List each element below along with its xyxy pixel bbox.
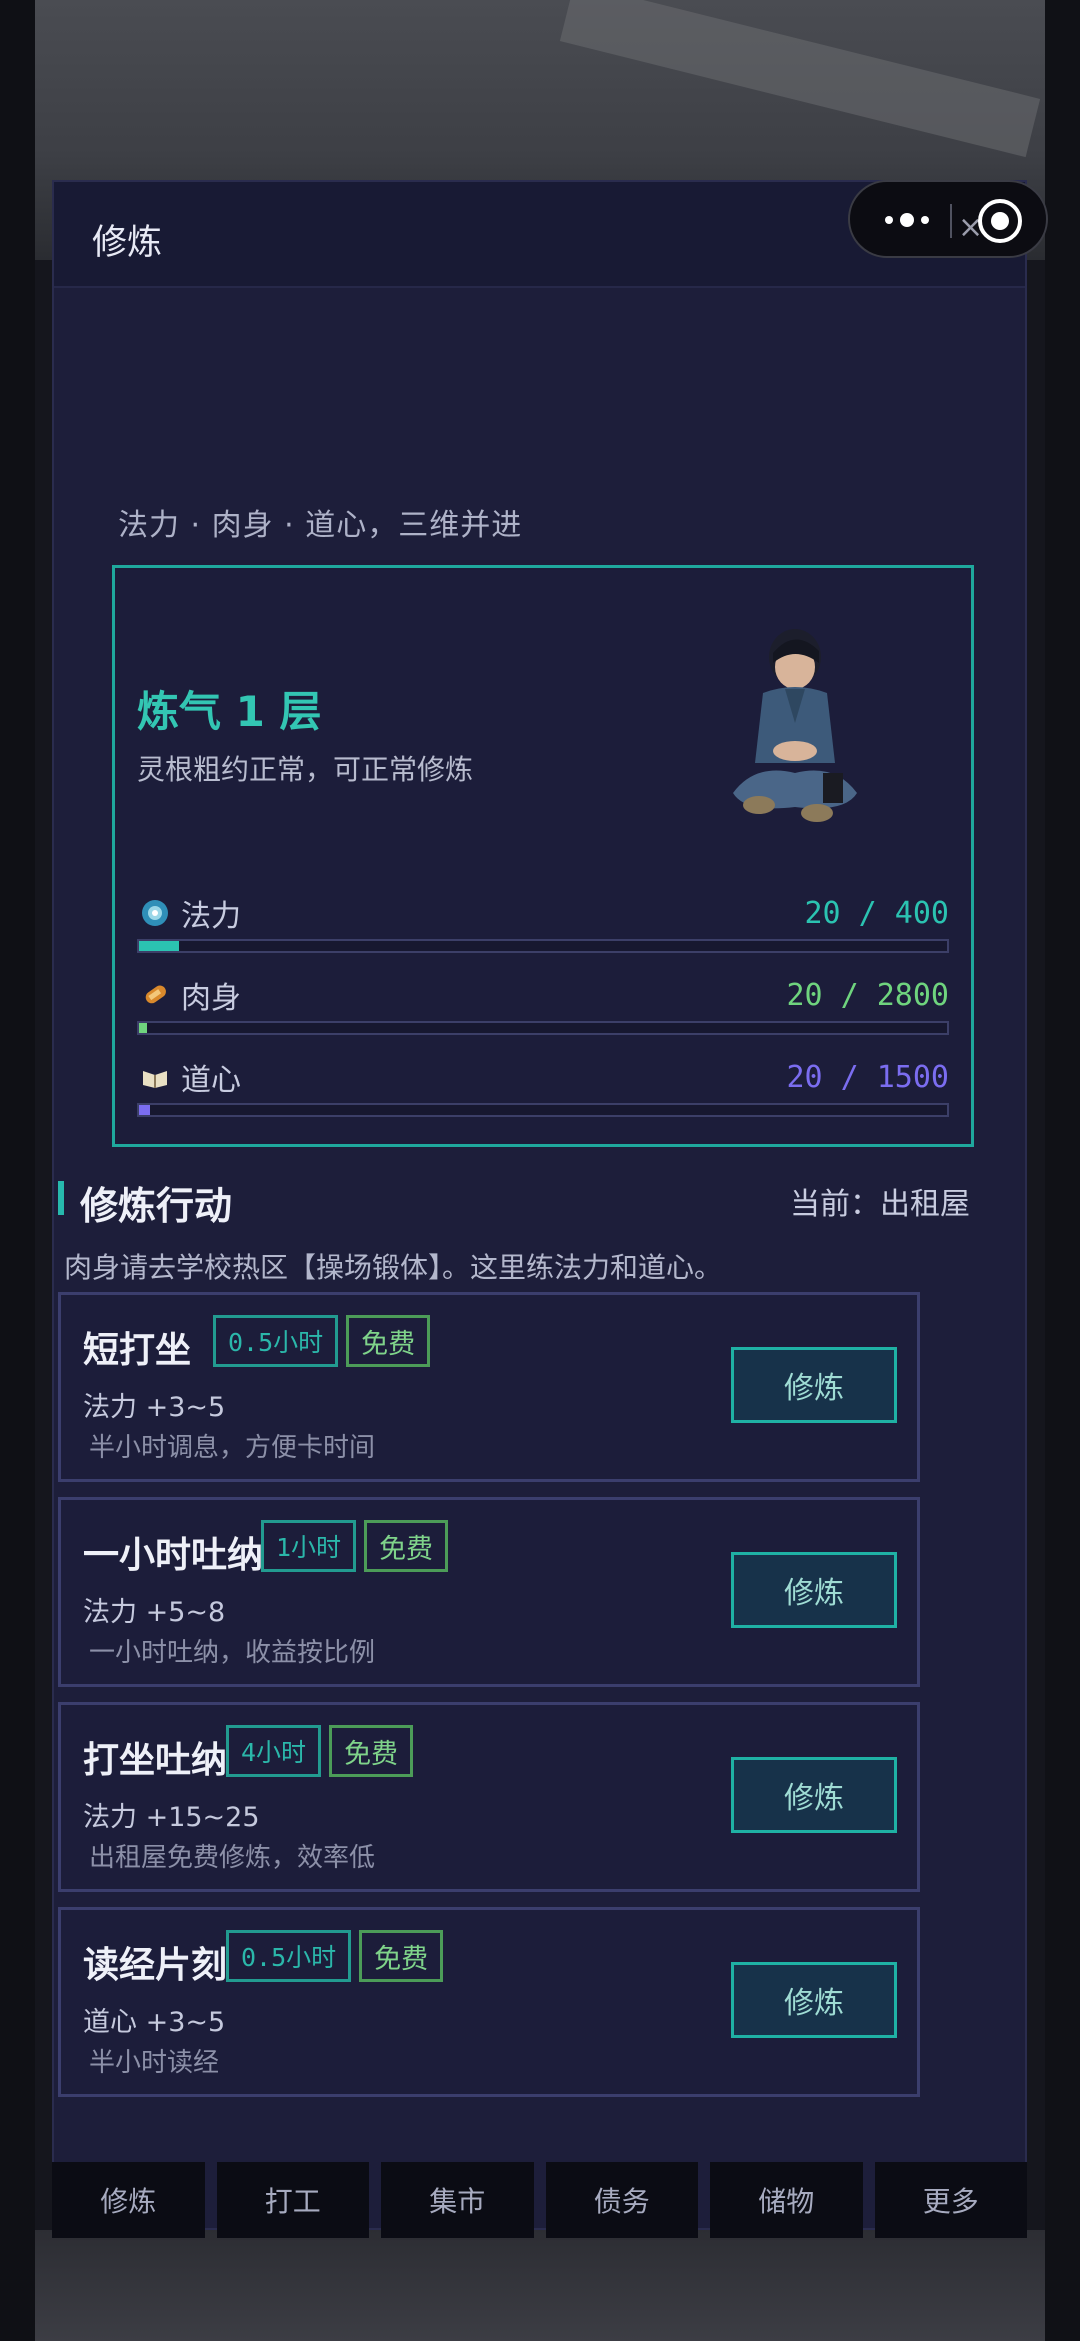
cultivate-button[interactable]: 修炼 xyxy=(731,1962,897,2038)
stat-value: 20 / 2800 xyxy=(786,977,949,1013)
bottom-nav: 修炼 打工 集市 债务 储物 更多 xyxy=(52,2162,1027,2238)
action-name: 打坐吐纳 xyxy=(83,1740,228,1781)
stat-label: 肉身 xyxy=(181,981,241,1016)
scroll-book-icon xyxy=(137,1059,173,1095)
duration-tag: 0.5小时 xyxy=(226,1930,352,1982)
dao-heart-progress-bar xyxy=(137,1103,949,1117)
body-progress-bar xyxy=(137,1021,949,1035)
cultivate-button[interactable]: 修炼 xyxy=(731,1552,897,1628)
action-effect: 法力 +3~5 xyxy=(83,1392,226,1423)
cultivate-button[interactable]: 修炼 xyxy=(731,1757,897,1833)
background-left-edge xyxy=(0,0,35,2341)
action-tags: 0.5小时 免费 xyxy=(226,1930,444,1982)
nav-tab-work[interactable]: 打工 xyxy=(216,2162,369,2238)
duration-tag: 0.5小时 xyxy=(213,1315,339,1367)
section-note: 肉身请去学校热区【操场锻体】。这里练法力和道心。 xyxy=(64,1251,723,1284)
action-effect: 道心 +3~5 xyxy=(83,2007,226,2038)
action-name: 读经片刻 xyxy=(83,1945,228,1986)
stat-label: 法力 xyxy=(181,899,241,934)
duration-tag: 1小时 xyxy=(261,1520,357,1572)
stat-value: 20 / 1500 xyxy=(786,1059,949,1095)
background-floor xyxy=(35,2230,1045,2341)
section-accent-bar xyxy=(58,1181,64,1215)
mini-program-capsule: × xyxy=(848,180,1048,258)
action-tags: 4小时 免费 xyxy=(226,1725,414,1777)
section-title: 修炼行动 xyxy=(80,1184,233,1228)
action-card: 短打坐 0.5小时 免费法力 +3~5 半小时调息，方便卡时间 修炼 xyxy=(58,1292,920,1482)
stat-body: 肉身 20 / 2800 xyxy=(137,975,949,1035)
action-name: 一小时吐纳 xyxy=(83,1535,264,1576)
realm-level: 炼气 1 层 xyxy=(137,687,322,736)
action-tags: 0.5小时 免费 xyxy=(213,1315,431,1367)
meditating-character-avatar xyxy=(733,629,857,822)
mana-progress-bar xyxy=(137,939,949,953)
capsule-divider xyxy=(950,204,952,238)
action-effect: 法力 +5~8 xyxy=(83,1597,226,1628)
action-description: 出租屋免费修炼，效率低 xyxy=(89,1843,376,1873)
more-options-button[interactable] xyxy=(872,202,942,238)
action-tags: 1小时 免费 xyxy=(261,1520,449,1572)
cost-tag: 免费 xyxy=(346,1315,431,1367)
cultivate-button[interactable]: 修炼 xyxy=(731,1347,897,1423)
cost-tag: 免费 xyxy=(359,1930,444,1982)
stat-dao-heart: 道心 20 / 1500 xyxy=(137,1057,949,1117)
actions-section-header: 修炼行动 当前：出租屋 xyxy=(58,1175,970,1228)
panel-subtitle: 法力 · 肉身 · 道心，三维并进 xyxy=(118,508,523,543)
nav-tab-cultivate[interactable]: 修炼 xyxy=(52,2162,205,2238)
action-description: 半小时读经 xyxy=(89,2048,220,2078)
panel-title: 修炼 xyxy=(92,223,163,263)
action-description: 一小时吐纳，收益按比例 xyxy=(89,1638,376,1668)
duration-tag: 4小时 xyxy=(226,1725,322,1777)
action-card: 读经片刻 0.5小时 免费 道心 +3~5 半小时读经 修炼 xyxy=(58,1907,920,2097)
status-card: 炼气 1 层 灵根粗约正常，可正常修炼 法力 20 / 400 肉身 20 / … xyxy=(112,565,974,1147)
nav-tab-storage[interactable]: 储物 xyxy=(710,2162,863,2238)
nav-tab-market[interactable]: 集市 xyxy=(381,2162,534,2238)
realm-description: 灵根粗约正常，可正常修炼 xyxy=(137,753,474,786)
stat-label: 道心 xyxy=(181,1063,241,1098)
scrollbar[interactable] xyxy=(1026,652,1027,1552)
cost-tag: 免费 xyxy=(329,1725,414,1777)
action-card: 一小时吐纳 1小时 免费法力 +5~8 一小时吐纳，收益按比例 修炼 xyxy=(58,1497,920,1687)
body-icon xyxy=(137,977,173,1013)
action-description: 半小时调息，方便卡时间 xyxy=(89,1433,376,1463)
cost-tag: 免费 xyxy=(364,1520,449,1572)
stat-mana: 法力 20 / 400 xyxy=(137,893,949,953)
mana-orb-icon xyxy=(137,895,173,931)
nav-tab-debt[interactable]: 债务 xyxy=(545,2162,698,2238)
close-program-button[interactable] xyxy=(978,199,1022,243)
action-name: 短打坐 xyxy=(83,1330,192,1371)
action-card: 打坐吐纳 4小时 免费法力 +15~25 出租屋免费修炼，效率低 修炼 xyxy=(58,1702,920,1892)
action-effect: 法力 +15~25 xyxy=(83,1802,260,1833)
background-right-edge xyxy=(1045,0,1080,2341)
current-location: 当前：出租屋 xyxy=(790,1187,970,1222)
nav-tab-more[interactable]: 更多 xyxy=(874,2162,1027,2238)
stat-value: 20 / 400 xyxy=(804,895,950,931)
